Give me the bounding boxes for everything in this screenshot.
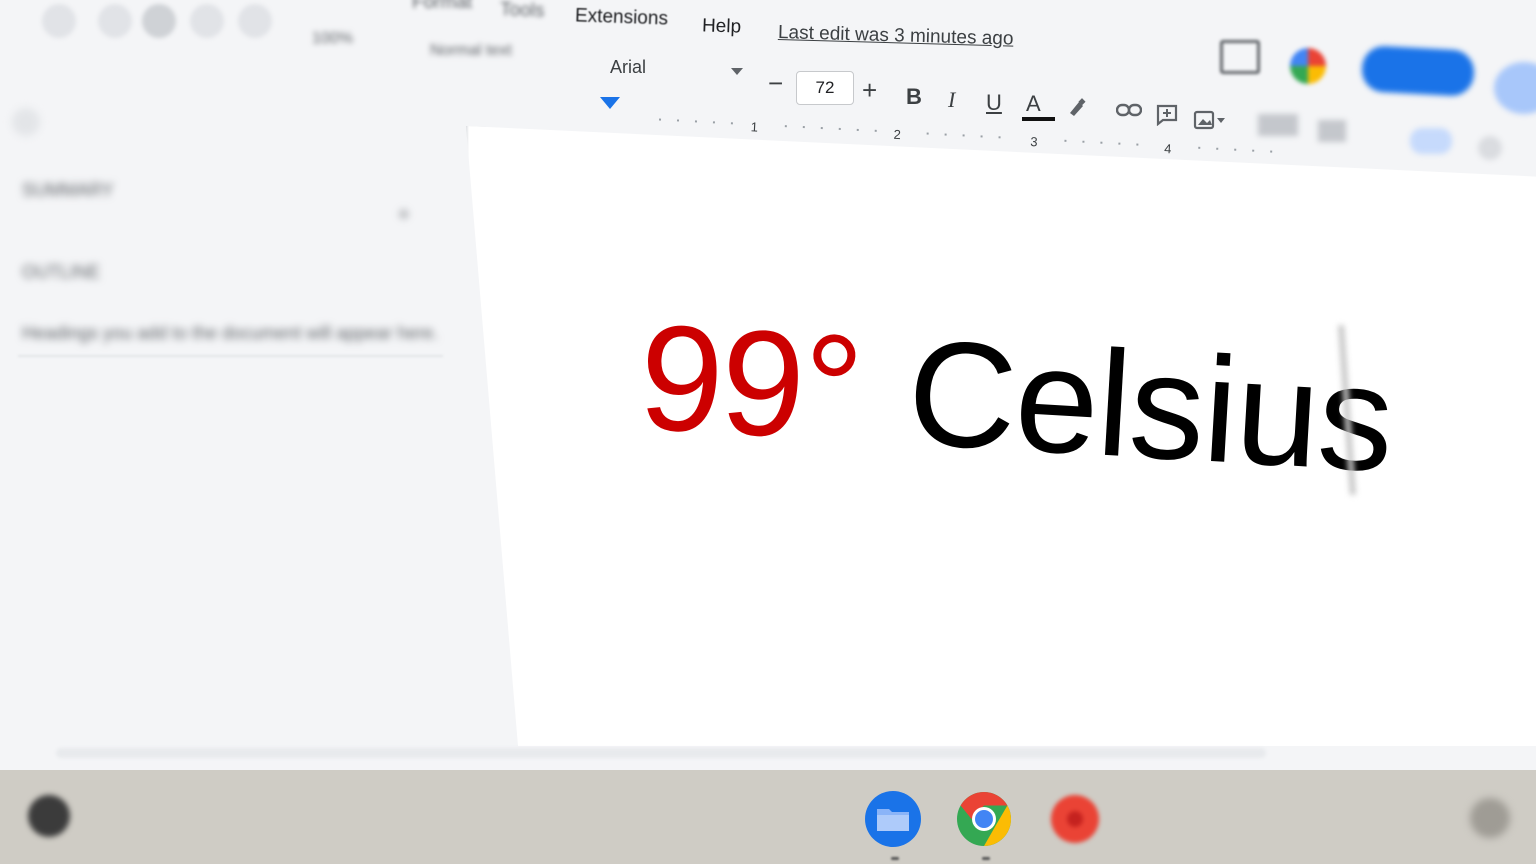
menu-tools[interactable]: Tools xyxy=(500,0,545,23)
font-select[interactable]: Arial xyxy=(610,57,646,78)
decrease-font-size-button[interactable]: − xyxy=(768,70,783,96)
close-outline-icon[interactable] xyxy=(12,108,40,136)
ruler-label-2: 2 xyxy=(893,126,902,143)
italic-button[interactable]: I xyxy=(948,87,955,113)
increase-font-size-button[interactable]: + xyxy=(862,77,877,103)
chrome-running-indicator xyxy=(982,857,990,860)
chrome-icon[interactable] xyxy=(955,790,1013,848)
link-icon[interactable] xyxy=(1115,102,1143,123)
ruler-label-4: 4 xyxy=(1163,140,1172,157)
line-spacing-icon[interactable] xyxy=(1318,120,1346,142)
indent-marker[interactable] xyxy=(600,97,620,109)
menu-help[interactable]: Help xyxy=(702,15,742,38)
spellcheck-icon[interactable] xyxy=(190,4,224,38)
print-icon[interactable] xyxy=(142,4,176,38)
menu-bar: Format Tools Extensions Help Last edit w… xyxy=(0,0,1536,50)
menu-format[interactable]: Format xyxy=(412,0,472,14)
files-icon[interactable] xyxy=(864,790,922,848)
comment-history-icon[interactable] xyxy=(1220,40,1260,74)
underline-button[interactable]: U xyxy=(986,90,1002,116)
add-comment-icon[interactable] xyxy=(1156,104,1178,131)
highlight-icon[interactable] xyxy=(1066,96,1088,123)
align-icon[interactable] xyxy=(1258,114,1298,136)
screen-recorder-icon[interactable] xyxy=(1046,790,1104,848)
ruler-label-1: 1 xyxy=(750,119,759,135)
redo-icon[interactable] xyxy=(98,4,132,38)
shelf xyxy=(0,770,1536,864)
status-tray[interactable] xyxy=(1470,798,1510,838)
outline-hint: Headings you add to the document will ap… xyxy=(22,323,439,343)
outline-heading: OUTLINE xyxy=(22,262,101,282)
sidebar-divider xyxy=(18,355,443,357)
celsius-text: Celsius xyxy=(903,306,1398,507)
text-color-button[interactable]: A xyxy=(1026,91,1041,117)
files-running-indicator xyxy=(891,857,899,860)
font-dropdown-icon[interactable] xyxy=(731,68,743,75)
font-size-input[interactable]: 72 xyxy=(796,71,854,105)
docs-window: Format Tools Extensions Help Last edit w… xyxy=(0,0,1536,770)
text-color-swatch xyxy=(1022,117,1055,121)
meet-icon[interactable] xyxy=(1290,48,1326,84)
style-select[interactable]: Normal text xyxy=(430,42,512,60)
horizontal-scrollbar[interactable] xyxy=(56,748,1266,758)
document-outline-panel: SUMMARY + OUTLINE Headings you add to th… xyxy=(0,100,460,770)
undo-icon[interactable] xyxy=(42,4,76,38)
temperature-text: 99° xyxy=(635,292,866,473)
paint-format-icon[interactable] xyxy=(238,4,272,38)
ruler-label-3: 3 xyxy=(1029,133,1038,150)
summary-heading: SUMMARY xyxy=(22,180,114,200)
celsius-word: Celsius xyxy=(903,307,1398,504)
launcher-icon[interactable] xyxy=(28,795,70,837)
zoom-select[interactable]: 100% xyxy=(312,30,353,48)
menu-extensions[interactable]: Extensions xyxy=(575,5,669,30)
insert-image-icon[interactable] xyxy=(1193,110,1227,137)
add-summary-icon[interactable]: + xyxy=(398,204,410,227)
bold-button[interactable]: B xyxy=(906,84,922,110)
share-button[interactable] xyxy=(1360,45,1476,97)
